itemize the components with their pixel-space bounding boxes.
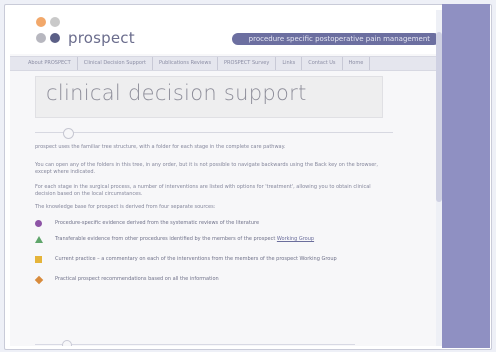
logo-dot-orange [36, 17, 46, 27]
divider-ornament [63, 128, 74, 139]
page-title: clinical decision support [46, 81, 307, 105]
green-triangle-icon [35, 236, 43, 243]
source-text: Practical prospect recommendations based… [55, 276, 219, 282]
nav-item-publications[interactable]: Publications Reviews [159, 57, 219, 70]
nav-item-contact[interactable]: Contact Us [308, 57, 343, 70]
logo-dot-navy [50, 33, 60, 43]
paragraph-process: For each stage in the surgical process, … [35, 184, 371, 197]
paragraph-intro: prospect uses the familiar tree structur… [35, 144, 286, 150]
logo-dot-light [36, 33, 46, 43]
purple-circle-icon [35, 220, 42, 227]
tagline-bar: procedure specific postoperative pain ma… [232, 33, 438, 45]
divider-bottom-ornament [62, 340, 72, 346]
logo-text[interactable]: prospect [68, 29, 135, 47]
yellow-square-icon [35, 256, 42, 263]
scrollbar-thumb[interactable] [436, 32, 442, 202]
title-panel: clinical decision support [35, 76, 383, 118]
nav-item-clinical-decision-support[interactable]: Clinical Decision Support [84, 57, 153, 70]
main-nav: About PROSPECT Clinical Decision Support… [10, 56, 438, 71]
paragraph-knowledge-base: The knowledge base for prospect is deriv… [35, 204, 216, 210]
divider-top [35, 128, 393, 139]
source-text: Procedure-specific evidence derived from… [55, 220, 260, 226]
right-sidebar [442, 4, 490, 348]
source-text-main: Transferable evidence from other procedu… [55, 236, 276, 242]
orange-diamond-icon [34, 275, 44, 285]
source-text: Transferable evidence from other procedu… [55, 236, 385, 243]
logo-dot-grey [50, 17, 60, 27]
nav-item-links[interactable]: Links [282, 57, 303, 70]
vertical-scrollbar[interactable] [436, 10, 442, 346]
source-text: Current practice – a commentary on each … [55, 256, 337, 262]
nav-item-home[interactable]: Home [349, 57, 371, 70]
working-group-link[interactable]: Working Group [277, 236, 314, 242]
divider-bottom [35, 344, 355, 345]
page-viewport: prospect procedure specific postoperativ… [10, 10, 438, 346]
site-header: prospect procedure specific postoperativ… [10, 10, 438, 54]
paragraph-navigation: You can open any of the folders in this … [35, 162, 378, 175]
main-content: clinical decision support prospect uses … [34, 76, 413, 346]
nav-item-about[interactable]: About PROSPECT [28, 57, 78, 70]
nav-item-survey[interactable]: PROSPECT Survey [224, 57, 277, 70]
